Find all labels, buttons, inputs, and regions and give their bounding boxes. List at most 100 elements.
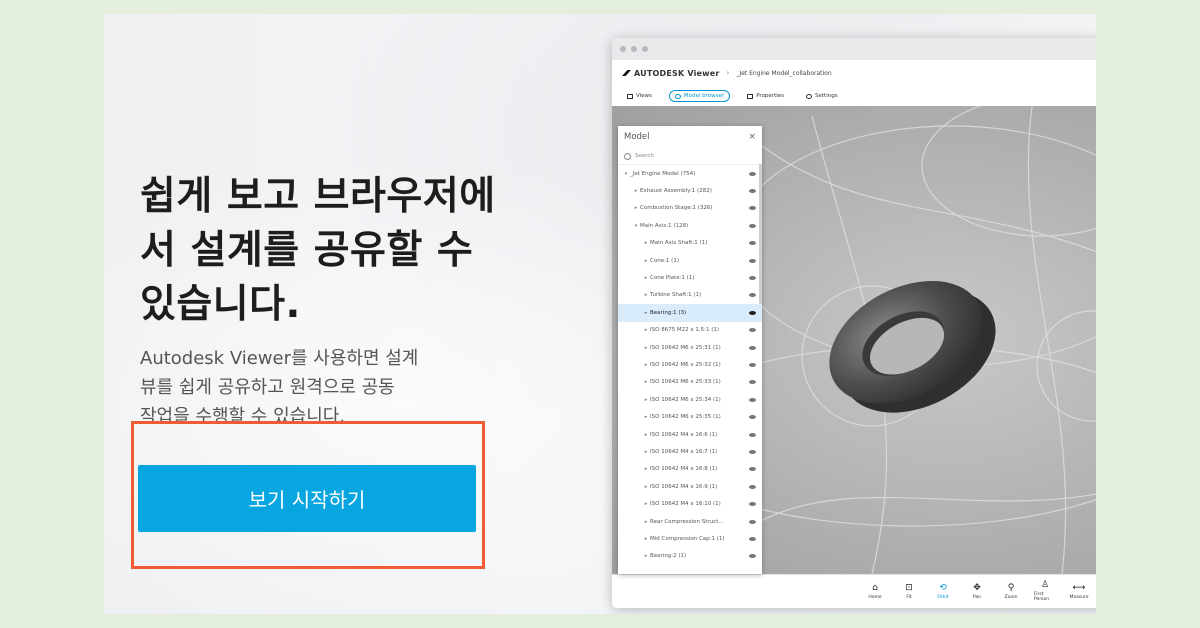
eye-icon[interactable] — [749, 293, 756, 298]
window-dot[interactable] — [620, 46, 626, 52]
eye-icon[interactable] — [749, 519, 756, 524]
tab-properties[interactable]: Properties — [742, 91, 789, 101]
window-dot[interactable] — [631, 46, 637, 52]
chevron-right-icon[interactable]: ▸ — [642, 466, 650, 472]
toolbar-zoom-button[interactable]: ⚲ Zoom — [1000, 583, 1022, 600]
chevron-down-icon[interactable]: ▾ — [622, 171, 630, 177]
tree-item[interactable]: ▸ Main Axis Shaft:1 (1) — [618, 235, 762, 252]
chevron-right-icon[interactable]: ▸ — [642, 362, 650, 368]
eye-icon[interactable] — [749, 171, 756, 176]
chevron-right-icon[interactable]: ▸ — [642, 379, 650, 385]
eye-icon[interactable] — [749, 554, 756, 559]
chevron-right-icon[interactable]: ▸ — [642, 292, 650, 298]
tree-item[interactable]: ▸ ISO 8675 M22 x 1.5:1 (1) — [618, 322, 762, 339]
tree-item-label: Rear Compression Struct... — [650, 518, 724, 525]
eye-icon[interactable] — [749, 310, 756, 315]
tree-item[interactable]: ▸ Bearing:1 (3) — [618, 304, 762, 322]
eye-icon[interactable] — [749, 223, 756, 228]
tree-item-label: ISO 10642 M6 x 25:33 (1) — [650, 379, 721, 386]
eye-icon[interactable] — [749, 397, 756, 402]
tree-item[interactable]: ▾ Main Axis:1 (128) — [618, 217, 762, 234]
tree-item[interactable]: ▸ ISO 10642 M6 x 25:34 (1) — [618, 391, 762, 408]
panel-title: Model — [624, 132, 650, 142]
toolbar-home-button[interactable]: ⌂ Home — [864, 583, 886, 600]
autodesk-logo[interactable]: AUTODESK Viewer — [622, 69, 720, 78]
tree-item[interactable]: ▸ Rear Compression Struct... — [618, 513, 762, 530]
panel-scrollbar[interactable] — [759, 164, 762, 304]
chevron-right-icon[interactable]: ▸ — [642, 553, 650, 559]
close-icon[interactable]: × — [748, 132, 756, 142]
eye-icon[interactable] — [749, 276, 756, 281]
chevron-right-icon[interactable]: ▸ — [632, 188, 640, 194]
autodesk-logo-icon — [622, 70, 631, 76]
chevron-right-icon[interactable]: ▸ — [642, 345, 650, 351]
chevron-right-icon[interactable]: ▸ — [642, 501, 650, 507]
model-tree: ▾ _Jet Engine Model (754) ▸ Exhaust Assembl… — [618, 165, 762, 565]
tree-item-label: ISO 10642 M4 x 16:9 (1) — [650, 483, 718, 490]
tree-item[interactable]: ▸ Combustion Stage:1 (326) — [618, 200, 762, 217]
toolbar-orbit-button[interactable]: ⟲ Orbit — [932, 583, 954, 600]
chevron-right-icon[interactable]: ▸ — [642, 432, 650, 438]
tree-item[interactable]: ▸ Cone Plate:1 (1) — [618, 269, 762, 286]
breadcrumb[interactable]: _Jet Engine Model_collaboration — [736, 70, 831, 77]
chevron-right-icon[interactable]: ▸ — [642, 275, 650, 281]
tab-settings[interactable]: Settings — [801, 91, 843, 101]
eye-icon[interactable] — [749, 345, 756, 350]
eye-icon[interactable] — [749, 380, 756, 385]
chevron-right-icon[interactable]: ▸ — [642, 519, 650, 525]
eye-icon[interactable] — [749, 241, 756, 246]
chevron-right-icon[interactable]: ▸ — [642, 240, 650, 246]
chevron-right-icon[interactable]: ▸ — [642, 397, 650, 403]
headline: 쉽게 보고 브라우저에 서 설계를 공유할 수 있습니다. — [140, 174, 496, 327]
eye-icon[interactable] — [749, 467, 756, 472]
hero-card: 쉽게 보고 브라우저에 서 설계를 공유할 수 있습니다. Autodesk V… — [104, 14, 1096, 614]
fit-icon: ⊡ — [905, 582, 913, 593]
tree-item[interactable]: ▸ ISO 10642 M4 x 16:8 (1) — [618, 461, 762, 478]
chevron-right-icon[interactable]: ▸ — [642, 484, 650, 490]
eye-icon[interactable] — [749, 449, 756, 454]
tree-item[interactable]: ▸ ISO 10642 M6 x 25:33 (1) — [618, 374, 762, 391]
tree-item[interactable]: ▸ ISO 10642 M4 x 16:9 (1) — [618, 478, 762, 495]
tree-item[interactable]: ▸ ISO 10642 M4 x 16:10 (1) — [618, 495, 762, 512]
toolbar-measure-button[interactable]: ⟷ Measure — [1068, 583, 1090, 600]
tree-item[interactable]: ▸ Mid Compression Cap:1 (1) — [618, 530, 762, 547]
chevron-right-icon[interactable]: ▸ — [642, 310, 650, 316]
chevron-right-icon[interactable]: ▸ — [642, 536, 650, 542]
search-input[interactable]: Search — [618, 148, 762, 165]
eye-icon[interactable] — [749, 189, 756, 194]
toolbar-fit-button[interactable]: ⊡ Fit — [898, 582, 920, 600]
tab-views[interactable]: Views — [622, 91, 657, 101]
tree-item-label: ISO 10642 M6 x 25:31 (1) — [650, 344, 721, 351]
eye-icon[interactable] — [749, 206, 756, 211]
tree-item[interactable]: ▸ ISO 10642 M4 x 16:6 (1) — [618, 426, 762, 443]
tree-item[interactable]: ▸ Bearing:2 (1) — [618, 548, 762, 565]
eye-icon[interactable] — [749, 502, 756, 507]
tree-item[interactable]: ▾ _Jet Engine Model (754) — [618, 165, 762, 182]
chevron-right-icon[interactable]: ▸ — [642, 258, 650, 264]
eye-icon[interactable] — [749, 328, 756, 333]
chevron-down-icon[interactable]: ▾ — [632, 223, 640, 229]
chevron-right-icon[interactable]: ▸ — [642, 414, 650, 420]
eye-icon[interactable] — [749, 432, 756, 437]
eye-icon[interactable] — [749, 536, 756, 541]
eye-icon[interactable] — [749, 258, 756, 263]
tree-item[interactable]: ▸ ISO 10642 M6 x 25:35 (1) — [618, 408, 762, 425]
tree-item[interactable]: ▸ Turbine Shaft:1 (1) — [618, 287, 762, 304]
toolbar-pan-button[interactable]: ✥ Pan — [966, 583, 988, 600]
eye-icon[interactable] — [749, 415, 756, 420]
window-dot[interactable] — [642, 46, 648, 52]
tab-model-browser[interactable]: Model browser — [668, 90, 731, 102]
eye-icon[interactable] — [749, 362, 756, 367]
tree-item[interactable]: ▸ ISO 10642 M6 x 25:31 (1) — [618, 339, 762, 356]
chevron-right-icon[interactable]: ▸ — [642, 449, 650, 455]
tree-item-label: Main Axis:1 (128) — [640, 222, 689, 229]
chevron-right-icon[interactable]: ▸ — [642, 327, 650, 333]
tree-item[interactable]: ▸ ISO 10642 M4 x 16:7 (1) — [618, 443, 762, 460]
tab-label: Properties — [756, 93, 784, 99]
tree-item[interactable]: ▸ ISO 10642 M6 x 25:32 (1) — [618, 356, 762, 373]
tree-item[interactable]: ▸ Cone:1 (1) — [618, 252, 762, 269]
eye-icon[interactable] — [749, 484, 756, 489]
chevron-right-icon[interactable]: ▸ — [632, 205, 640, 211]
toolbar-first-person-button[interactable]: ♙ First Person — [1034, 581, 1056, 603]
tree-item[interactable]: ▸ Exhaust Assembly:1 (282) — [618, 182, 762, 199]
